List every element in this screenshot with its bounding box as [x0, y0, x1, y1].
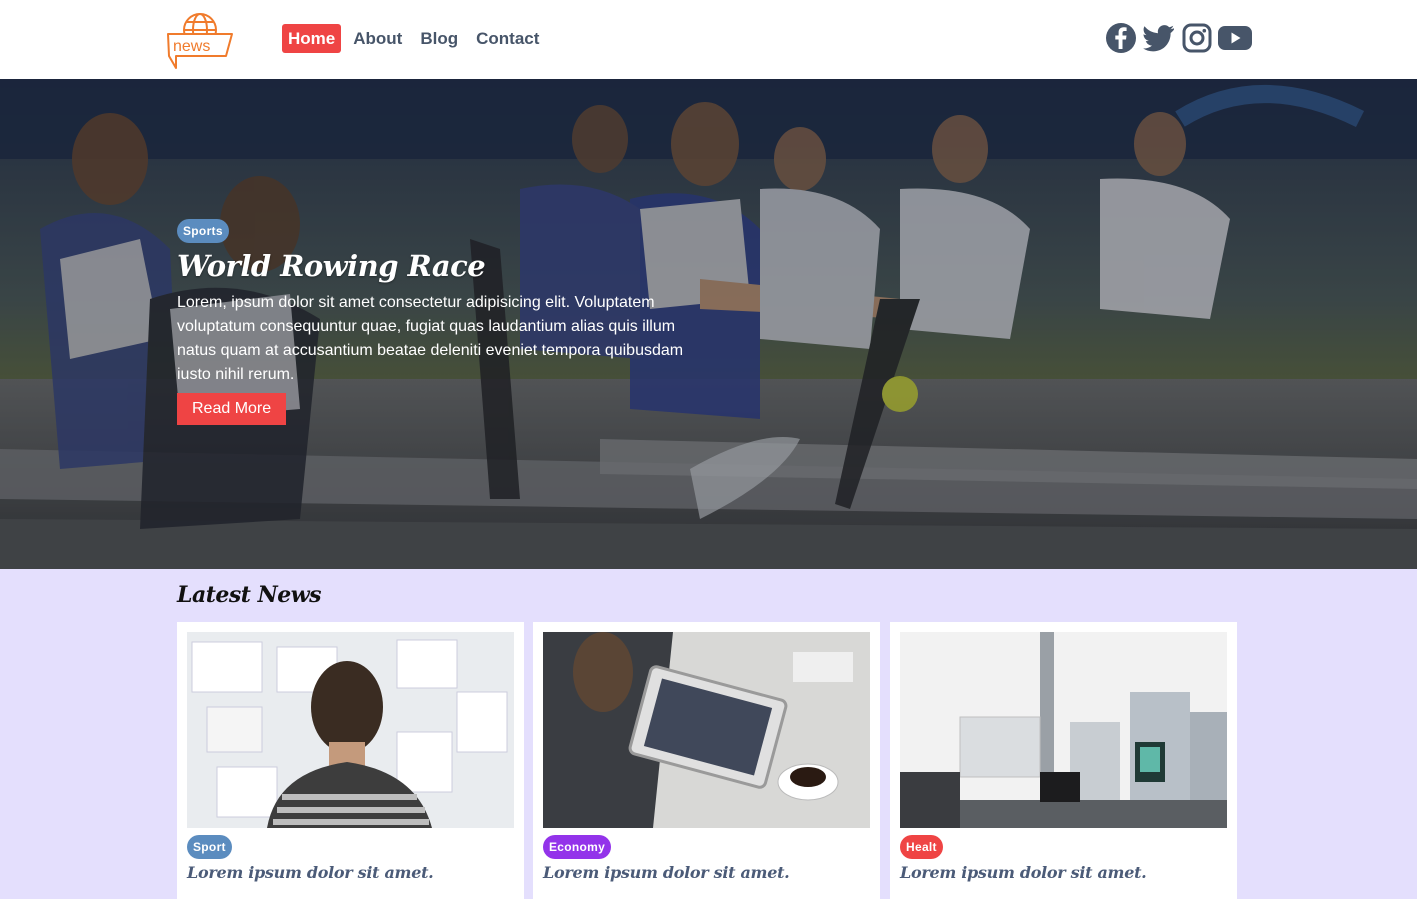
card-image-tablet[interactable]	[543, 632, 870, 828]
read-more-button[interactable]: Read More	[177, 393, 287, 425]
site-header: news Home About Blog Contact	[0, 0, 1417, 79]
logo-text: news	[173, 38, 210, 55]
twitter-icon[interactable]	[1142, 21, 1176, 55]
hero-text: Lorem, ipsum dolor sit amet consectetur …	[177, 294, 684, 383]
card-image-workspace[interactable]	[187, 632, 514, 828]
main-nav: Home About Blog Contact	[282, 24, 545, 53]
category-badge[interactable]: Sport	[187, 835, 232, 859]
news-card[interactable]: Healt Lorem ipsum dolor sit amet.	[890, 622, 1237, 899]
section-title: Latest News	[177, 582, 322, 608]
card-title[interactable]: Lorem ipsum dolor sit amet.	[543, 863, 870, 882]
card-image-office[interactable]	[900, 632, 1227, 828]
category-badge[interactable]: Sports	[177, 219, 229, 243]
nav-home[interactable]: Home	[282, 24, 342, 53]
youtube-icon[interactable]	[1218, 21, 1252, 55]
nav-about[interactable]: About	[347, 24, 408, 53]
hero-banner: Sports World Rowing Race Lorem, ipsum do…	[0, 79, 1417, 569]
news-logo[interactable]: news	[166, 8, 234, 70]
nav-contact[interactable]: Contact	[470, 24, 545, 53]
card-title[interactable]: Lorem ipsum dolor sit amet.	[900, 863, 1227, 882]
nav-blog[interactable]: Blog	[414, 24, 464, 53]
social-links	[1104, 21, 1252, 55]
facebook-icon[interactable]	[1104, 21, 1138, 55]
news-card[interactable]: Sport Lorem ipsum dolor sit amet.	[177, 622, 524, 899]
category-badge[interactable]: Economy	[543, 835, 612, 859]
hero-title: World Rowing Race	[177, 249, 486, 283]
card-title[interactable]: Lorem ipsum dolor sit amet.	[187, 863, 514, 882]
hero-content: Sports World Rowing Race Lorem, ipsum do…	[177, 219, 697, 425]
category-badge[interactable]: Healt	[900, 835, 943, 859]
latest-news-section: Latest News Sport Lorem ipsum dolor sit …	[0, 569, 1417, 899]
instagram-icon[interactable]	[1180, 21, 1214, 55]
news-card[interactable]: Economy Lorem ipsum dolor sit amet.	[533, 622, 880, 899]
